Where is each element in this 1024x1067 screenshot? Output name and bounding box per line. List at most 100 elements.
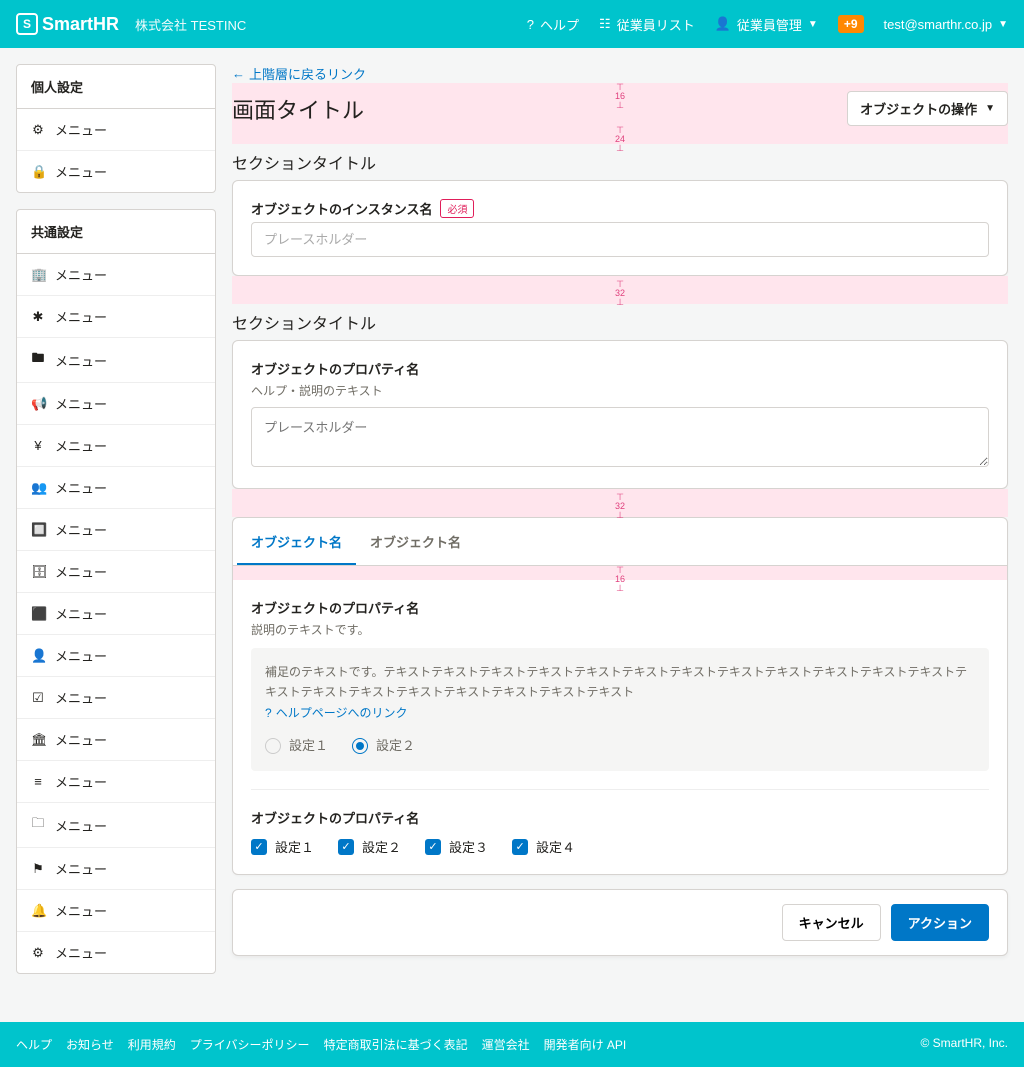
footer-link[interactable]: 特定商取引法に基づく表記 <box>324 1036 468 1053</box>
sidebar-item[interactable]: ✱メニュー <box>17 296 215 338</box>
instance-name-input[interactable] <box>251 222 989 257</box>
action-button[interactable]: アクション <box>891 904 989 941</box>
spacing-region: ⊤16⊥ <box>233 566 1007 580</box>
menu-icon: 🏛 <box>31 732 45 748</box>
personal-settings-title: 個人設定 <box>17 65 215 109</box>
field-label: オブジェクトのプロパティ名 <box>251 598 989 617</box>
footer-link[interactable]: プライバシーポリシー <box>190 1036 310 1053</box>
menu-icon: ⬛ <box>31 606 45 622</box>
sidebar-item[interactable]: 🔲メニュー <box>17 509 215 551</box>
menu-icon: 🔔 <box>31 903 45 919</box>
sidebar-item[interactable]: 🏢メニュー <box>17 254 215 296</box>
common-settings-title: 共通設定 <box>17 210 215 254</box>
sidebar-item[interactable]: ⚙メニュー <box>17 109 215 151</box>
main-content: ←上階層に戻るリンク ⊤16⊥ 画面タイトル オブジェクトの操作▼ ⊤24⊥ セ… <box>232 64 1008 990</box>
list-icon: ☷ <box>599 16 611 32</box>
help-icon: ? <box>265 703 272 723</box>
help-link[interactable]: ?ヘルプ <box>527 15 579 34</box>
field-label: オブジェクトのプロパティ名 <box>251 808 989 827</box>
footer-link[interactable]: ヘルプ <box>16 1036 52 1053</box>
menu-icon: ⚙ <box>31 945 45 961</box>
back-link[interactable]: ←上階層に戻るリンク <box>232 64 366 83</box>
instance-card: オブジェクトのインスタンス名必須 <box>232 180 1008 276</box>
checkbox-setting-2[interactable]: ✓設定２ <box>338 837 401 856</box>
section-title: セクションタイトル <box>232 150 1008 174</box>
notification-badge[interactable]: +9 <box>838 15 864 33</box>
footer-link[interactable]: 開発者向け API <box>544 1036 627 1053</box>
info-box: 補足のテキストです。テキストテキストテキストテキストテキストテキストテキストテキ… <box>251 648 989 771</box>
sidebar-item[interactable]: ☑メニュー <box>17 677 215 719</box>
menu-icon: ≡ <box>31 774 45 789</box>
sidebar: 個人設定 ⚙メニュー 🔒メニュー 共通設定 🏢メニュー✱メニュー🖿メニュー📢メニ… <box>16 64 216 990</box>
sidebar-item[interactable]: 🖿メニュー <box>17 338 215 383</box>
logo-text: SmartHR <box>42 14 119 35</box>
sidebar-item[interactable]: 👥メニュー <box>17 467 215 509</box>
employee-list-link[interactable]: ☷従業員リスト <box>599 15 695 34</box>
caret-down-icon: ▼ <box>998 19 1008 30</box>
footer-link[interactable]: お知らせ <box>66 1036 114 1053</box>
cancel-button[interactable]: キャンセル <box>782 904 881 941</box>
checkbox-setting-4[interactable]: ✓設定４ <box>512 837 575 856</box>
sidebar-item[interactable]: 🔒メニュー <box>17 151 215 192</box>
tabs: オブジェクト名 オブジェクト名 <box>233 518 1007 566</box>
help-icon: ? <box>527 17 534 32</box>
sidebar-item[interactable]: 👤メニュー <box>17 635 215 677</box>
page-title: 画面タイトル <box>232 93 364 125</box>
menu-icon: 🖿 <box>31 349 45 371</box>
lock-icon: 🔒 <box>31 164 45 180</box>
menu-icon: 👥 <box>31 480 45 496</box>
menu-icon: 📢 <box>31 396 45 412</box>
logo[interactable]: S SmartHR <box>16 13 119 35</box>
employee-mgmt-link[interactable]: 👤従業員管理▼ <box>715 15 818 34</box>
radio-setting-1[interactable]: 設定１ <box>265 735 328 757</box>
menu-icon: ⚑ <box>31 861 45 877</box>
sidebar-item[interactable]: 📢メニュー <box>17 383 215 425</box>
sidebar-item[interactable]: 🏛メニュー <box>17 719 215 761</box>
spacing-region: ⊤32⊥ <box>232 276 1008 304</box>
menu-icon: 🔲 <box>31 522 45 538</box>
sidebar-item[interactable]: ¥メニュー <box>17 425 215 467</box>
object-action-dropdown[interactable]: オブジェクトの操作▼ <box>847 91 1008 126</box>
sidebar-item[interactable]: 🗄メニュー <box>17 551 215 593</box>
common-settings-panel: 共通設定 🏢メニュー✱メニュー🖿メニュー📢メニュー¥メニュー👥メニュー🔲メニュー… <box>16 209 216 974</box>
field-label: オブジェクトのインスタンス名必須 <box>251 199 989 218</box>
property-textarea[interactable] <box>251 407 989 467</box>
tab-object-1[interactable]: オブジェクト名 <box>237 518 356 565</box>
checkbox-setting-1[interactable]: ✓設定１ <box>251 837 314 856</box>
checkbox-icon: ✓ <box>251 839 267 855</box>
copyright: © SmartHR, Inc. <box>920 1036 1008 1053</box>
required-tag: 必須 <box>440 199 474 218</box>
tab-object-2[interactable]: オブジェクト名 <box>356 518 475 565</box>
sidebar-item[interactable]: ⚙メニュー <box>17 932 215 973</box>
property-card: オブジェクトのプロパティ名 ヘルプ・説明のテキスト <box>232 340 1008 489</box>
help-text: ヘルプ・説明のテキスト <box>251 382 989 399</box>
caret-down-icon: ▼ <box>808 19 818 30</box>
help-page-link[interactable]: ?ヘルプページへのリンク <box>265 703 407 723</box>
radio-icon <box>352 738 368 754</box>
checkbox-icon: ✓ <box>425 839 441 855</box>
sidebar-item[interactable]: 🔔メニュー <box>17 890 215 932</box>
spacing-region: ⊤16⊥ 画面タイトル オブジェクトの操作▼ ⊤24⊥ <box>232 83 1008 144</box>
sidebar-item[interactable]: ⚑メニュー <box>17 848 215 890</box>
user-email-link[interactable]: test@smarthr.co.jp▼ <box>884 17 1008 32</box>
user-icon: 👤 <box>715 16 731 32</box>
caret-down-icon: ▼ <box>985 103 995 114</box>
action-bar: キャンセル アクション <box>232 889 1008 956</box>
app-header: S SmartHR 株式会社 TESTINC ?ヘルプ ☷従業員リスト 👤従業員… <box>0 0 1024 48</box>
arrow-left-icon: ← <box>232 66 245 81</box>
checkbox-setting-3[interactable]: ✓設定３ <box>425 837 488 856</box>
separator <box>251 789 989 790</box>
menu-icon: ¥ <box>31 438 45 453</box>
description-text: 説明のテキストです。 <box>251 621 989 638</box>
sidebar-item[interactable]: 🗀メニュー <box>17 803 215 848</box>
checkbox-icon: ✓ <box>338 839 354 855</box>
menu-icon: 👤 <box>31 648 45 664</box>
footer-link[interactable]: 運営会社 <box>482 1036 530 1053</box>
tabbed-card: オブジェクト名 オブジェクト名 ⊤16⊥ オブジェクトのプロパティ名 説明のテキ… <box>232 517 1008 875</box>
menu-icon: ✱ <box>31 309 45 325</box>
sidebar-item[interactable]: ⬛メニュー <box>17 593 215 635</box>
radio-setting-2[interactable]: 設定２ <box>352 735 415 757</box>
footer-link[interactable]: 利用規約 <box>128 1036 176 1053</box>
sidebar-item[interactable]: ≡メニュー <box>17 761 215 803</box>
spacing-region: ⊤32⊥ <box>232 489 1008 517</box>
